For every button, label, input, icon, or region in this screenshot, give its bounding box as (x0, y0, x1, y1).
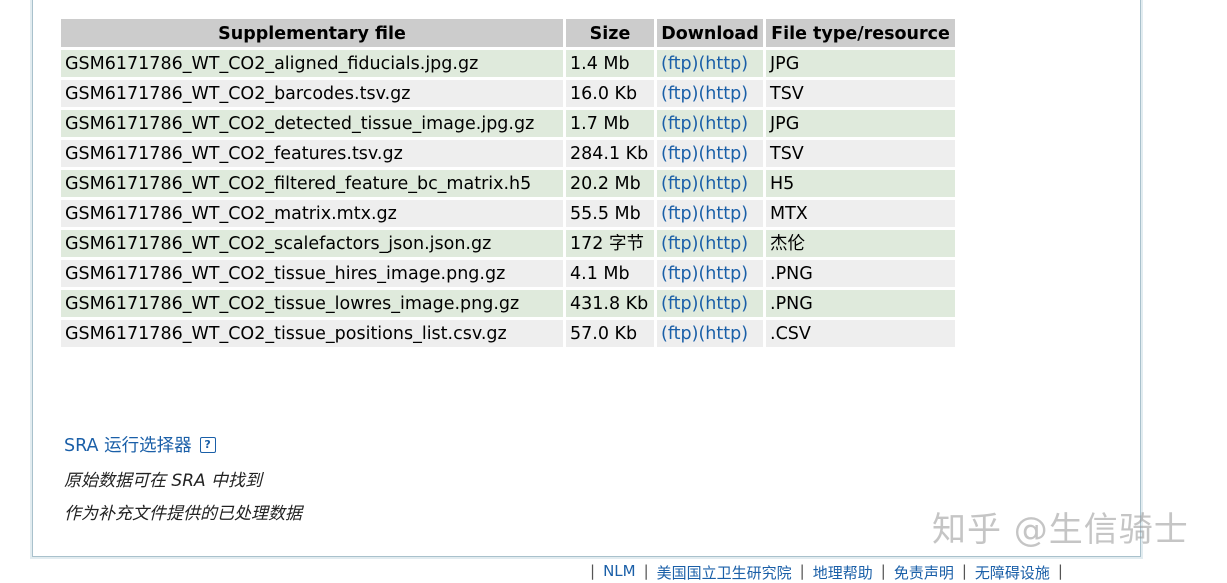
download-cell: (ftp)(http) (657, 110, 763, 137)
file-name: GSM6171786_WT_CO2_tissue_hires_image.png… (61, 260, 563, 287)
footer-link-accessibility[interactable]: 无障碍设施 (975, 562, 1050, 583)
file-name: GSM6171786_WT_CO2_aligned_fiducials.jpg.… (61, 50, 563, 77)
file-name: GSM6171786_WT_CO2_filtered_feature_bc_ma… (61, 170, 563, 197)
http-link[interactable]: (http) (698, 144, 748, 164)
file-type: MTX (766, 200, 955, 227)
file-size: 57.0 Kb (566, 320, 654, 347)
http-link[interactable]: (http) (698, 264, 748, 284)
footer-link-geo-help[interactable]: 地理帮助 (813, 562, 873, 583)
file-name: GSM6171786_WT_CO2_scalefactors_json.json… (61, 230, 563, 257)
footer-separator: | (799, 562, 805, 580)
table-row: GSM6171786_WT_CO2_matrix.mtx.gz 55.5 Mb … (61, 200, 955, 227)
sra-run-selector-link[interactable]: SRA 运行选择器 (64, 432, 192, 457)
download-cell: (ftp)(http) (657, 320, 763, 347)
file-size: 4.1 Mb (566, 260, 654, 287)
footer-separator: | (643, 562, 649, 580)
table-row: GSM6171786_WT_CO2_scalefactors_json.json… (61, 230, 955, 257)
download-cell: (ftp)(http) (657, 50, 763, 77)
table-row: GSM6171786_WT_CO2_filtered_feature_bc_ma… (61, 170, 955, 197)
raw-data-note: 原始数据可在 SRA 中找到 (64, 471, 263, 491)
processed-data-note: 作为补充文件提供的已处理数据 (64, 504, 302, 524)
file-type: .PNG (766, 290, 955, 317)
file-size: 20.2 Mb (566, 170, 654, 197)
download-cell: (ftp)(http) (657, 80, 763, 107)
footer-separator: | (880, 562, 886, 580)
file-type: TSV (766, 80, 955, 107)
table-header-row: Supplementary file Size Download File ty… (61, 19, 955, 47)
download-cell: (ftp)(http) (657, 290, 763, 317)
http-link[interactable]: (http) (698, 294, 748, 314)
footer-separator: | (590, 562, 596, 580)
ftp-link[interactable]: (ftp) (661, 264, 698, 284)
file-name: GSM6171786_WT_CO2_barcodes.tsv.gz (61, 80, 563, 107)
file-type: JPG (766, 110, 955, 137)
ftp-link[interactable]: (ftp) (661, 144, 698, 164)
ftp-link[interactable]: (ftp) (661, 234, 698, 254)
header-download: Download (657, 19, 763, 47)
watermark: 知乎 @生信骑士 (932, 510, 1189, 550)
file-size: 172 字节 (566, 230, 654, 257)
ftp-link[interactable]: (ftp) (661, 204, 698, 224)
footer-links: | NLM | 美国国立卫生研究院 | 地理帮助 | 免责声明 | 无障碍设施 … (590, 562, 1063, 583)
http-link[interactable]: (http) (698, 114, 748, 134)
http-link[interactable]: (http) (698, 234, 748, 254)
file-size: 16.0 Kb (566, 80, 654, 107)
http-link[interactable]: (http) (698, 324, 748, 344)
download-cell: (ftp)(http) (657, 230, 763, 257)
footer-separator: | (961, 562, 967, 580)
file-type: H5 (766, 170, 955, 197)
http-link[interactable]: (http) (698, 174, 748, 194)
download-cell: (ftp)(http) (657, 200, 763, 227)
table-row: GSM6171786_WT_CO2_tissue_hires_image.png… (61, 260, 955, 287)
ftp-link[interactable]: (ftp) (661, 324, 698, 344)
file-type: 杰伦 (766, 230, 955, 257)
ftp-link[interactable]: (ftp) (661, 294, 698, 314)
supplementary-files-table: Supplementary file Size Download File ty… (58, 16, 958, 350)
footer-link-disclaimer[interactable]: 免责声明 (894, 562, 954, 583)
table-row: GSM6171786_WT_CO2_features.tsv.gz 284.1 … (61, 140, 955, 167)
file-type: .CSV (766, 320, 955, 347)
file-name: GSM6171786_WT_CO2_features.tsv.gz (61, 140, 563, 167)
download-cell: (ftp)(http) (657, 170, 763, 197)
help-icon[interactable]: ? (199, 436, 216, 453)
header-supplementary-file: Supplementary file (61, 19, 563, 47)
file-name: GSM6171786_WT_CO2_detected_tissue_image.… (61, 110, 563, 137)
ftp-link[interactable]: (ftp) (661, 54, 698, 74)
table-row: GSM6171786_WT_CO2_aligned_fiducials.jpg.… (61, 50, 955, 77)
file-name: GSM6171786_WT_CO2_matrix.mtx.gz (61, 200, 563, 227)
file-type: JPG (766, 50, 955, 77)
download-cell: (ftp)(http) (657, 260, 763, 287)
file-size: 1.7 Mb (566, 110, 654, 137)
file-size: 284.1 Kb (566, 140, 654, 167)
ftp-link[interactable]: (ftp) (661, 84, 698, 104)
header-size: Size (566, 19, 654, 47)
http-link[interactable]: (http) (698, 54, 748, 74)
http-link[interactable]: (http) (698, 204, 748, 224)
sra-run-selector: SRA 运行选择器 ? (64, 432, 216, 457)
footer-link-nlm[interactable]: NLM (603, 562, 636, 583)
file-size: 55.5 Mb (566, 200, 654, 227)
footer-separator: | (1057, 562, 1063, 580)
file-size: 431.8 Kb (566, 290, 654, 317)
file-type: TSV (766, 140, 955, 167)
table-row: GSM6171786_WT_CO2_barcodes.tsv.gz 16.0 K… (61, 80, 955, 107)
table-row: GSM6171786_WT_CO2_tissue_positions_list.… (61, 320, 955, 347)
footer-link-nih[interactable]: 美国国立卫生研究院 (657, 562, 792, 583)
file-size: 1.4 Mb (566, 50, 654, 77)
ftp-link[interactable]: (ftp) (661, 114, 698, 134)
table-row: GSM6171786_WT_CO2_detected_tissue_image.… (61, 110, 955, 137)
http-link[interactable]: (http) (698, 84, 748, 104)
header-file-type: File type/resource (766, 19, 955, 47)
file-type: .PNG (766, 260, 955, 287)
file-name: GSM6171786_WT_CO2_tissue_lowres_image.pn… (61, 290, 563, 317)
ftp-link[interactable]: (ftp) (661, 174, 698, 194)
download-cell: (ftp)(http) (657, 140, 763, 167)
file-name: GSM6171786_WT_CO2_tissue_positions_list.… (61, 320, 563, 347)
table-row: GSM6171786_WT_CO2_tissue_lowres_image.pn… (61, 290, 955, 317)
